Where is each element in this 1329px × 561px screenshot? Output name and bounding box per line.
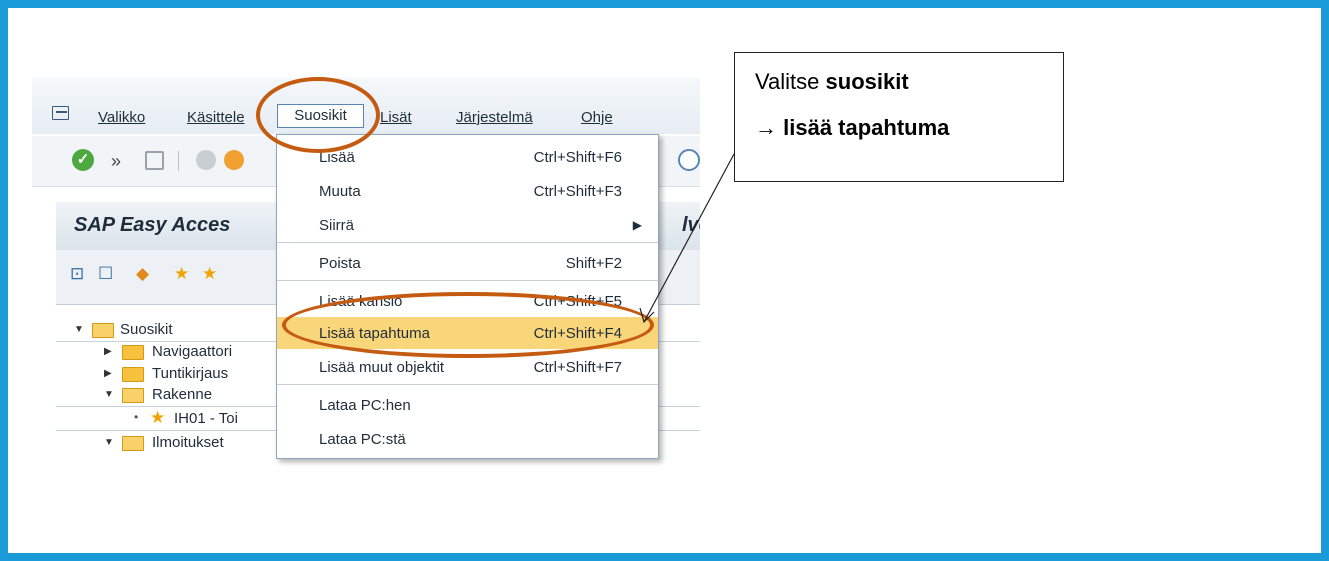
expand-icon[interactable]: » xyxy=(111,151,121,172)
sap-menu-icon[interactable]: ☐ xyxy=(98,264,113,284)
callout-bold-tapahtuma: lisää tapahtuma xyxy=(783,115,950,140)
menu-kasittele[interactable]: Käsittele xyxy=(187,109,245,126)
menu-item-label: Siirrä xyxy=(319,217,355,234)
suosikit-highlight-oval xyxy=(256,77,380,153)
menu-item-poista[interactable]: Poista Shift+F2 xyxy=(277,247,658,279)
help-icon[interactable] xyxy=(678,149,700,171)
add-favorite-icon[interactable]: ★ xyxy=(174,264,189,284)
menu-jarjestelma[interactable]: Järjestelmä xyxy=(456,109,533,126)
menu-item-label: Lataa PC:stä xyxy=(319,431,406,448)
menu-item-shortcut: Ctrl+Shift+F3 xyxy=(533,183,622,200)
menu-item-label: Lataa PC:hen xyxy=(319,397,411,414)
collapse-icon[interactable]: ▼ xyxy=(74,324,84,335)
expand-icon[interactable]: ▶ xyxy=(104,346,112,357)
menu-item-siirra[interactable]: Siirrä ▶ xyxy=(277,209,658,241)
tree-label: Rakenne xyxy=(152,386,213,403)
menu-separator xyxy=(277,384,658,385)
menu-lisat[interactable]: Lisät xyxy=(380,109,412,126)
menu-item-label: Muuta xyxy=(319,183,361,200)
menu-icon[interactable] xyxy=(52,106,69,120)
folder-open-icon xyxy=(122,436,144,451)
folder-open-icon xyxy=(92,323,114,338)
delete-favorite-icon[interactable]: ★ xyxy=(202,264,217,284)
tree-label: IH01 - Toi xyxy=(174,410,238,427)
menu-separator xyxy=(277,242,658,243)
tree-label: Suosikit xyxy=(120,321,173,338)
menu-item-lataa-pc-sta[interactable]: Lataa PC:stä xyxy=(277,423,658,455)
bullet-icon: • xyxy=(134,410,139,424)
collapse-icon[interactable]: ▼ xyxy=(104,437,114,448)
folder-icon xyxy=(122,345,144,360)
exit-icon[interactable] xyxy=(224,150,244,170)
arrow-right-icon: → xyxy=(755,115,777,140)
title-tail: lve xyxy=(682,214,700,236)
other-menu-icon[interactable]: ◆ xyxy=(136,264,149,284)
tree-label: Ilmoitukset xyxy=(152,434,224,451)
user-menu-icon[interactable]: ⊡ xyxy=(70,264,84,284)
menu-item-shortcut: Shift+F2 xyxy=(565,255,622,272)
folder-icon xyxy=(122,367,144,382)
menu-item-muuta[interactable]: Muuta Ctrl+Shift+F3 xyxy=(277,175,658,207)
callout-line-1: Valitse suosikit xyxy=(755,69,909,95)
toolbar-separator xyxy=(178,151,179,171)
menu-valikko[interactable]: Valikko xyxy=(98,109,145,126)
tree-label: Navigaattori xyxy=(152,343,233,360)
menu-item-shortcut: Ctrl+Shift+F7 xyxy=(533,359,622,376)
instruction-callout: Valitse suosikit → lisää tapahtuma xyxy=(734,52,1064,182)
back-icon[interactable] xyxy=(196,150,216,170)
menu-ohje[interactable]: Ohje xyxy=(581,109,613,126)
check-icon[interactable]: ✓ xyxy=(72,149,94,171)
callout-prefix: Valitse xyxy=(755,69,826,94)
menu-item-label: Lisää muut objektit xyxy=(319,359,445,376)
callout-bold-suosikit: suosikit xyxy=(825,69,909,94)
menu-item-label: Poista xyxy=(319,255,361,272)
collapse-icon[interactable]: ▼ xyxy=(104,389,114,400)
title-text: SAP Easy Acces xyxy=(74,214,231,236)
submenu-arrow-icon: ▶ xyxy=(632,218,642,232)
callout-line-2: → lisää tapahtuma xyxy=(755,115,949,141)
folder-open-icon xyxy=(122,388,144,403)
save-icon[interactable] xyxy=(145,151,164,170)
menu-separator xyxy=(277,280,658,281)
tree-label: Tuntikirjaus xyxy=(152,365,229,382)
menu-item-lataa-pc-hen[interactable]: Lataa PC:hen xyxy=(277,389,658,421)
expand-icon[interactable]: ▶ xyxy=(104,368,112,379)
star-icon: ★ xyxy=(150,408,166,427)
menu-item-shortcut: Ctrl+Shift+F6 xyxy=(533,149,622,166)
lisaa-tapahtuma-highlight-oval xyxy=(282,292,654,358)
